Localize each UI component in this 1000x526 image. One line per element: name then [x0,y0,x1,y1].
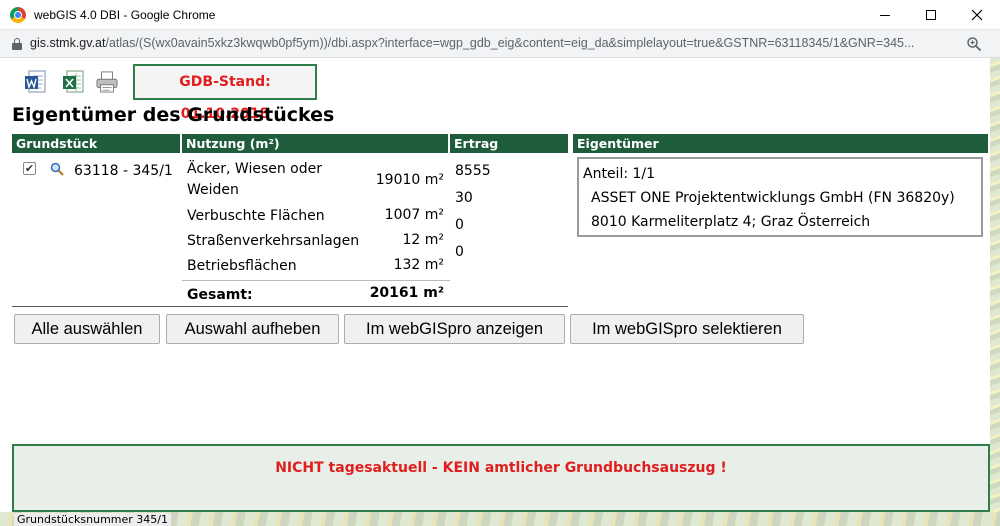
ertrag-value: 0 [455,217,464,233]
owner-share: Anteil: 1/1 [583,166,656,182]
nutzung-value: 12 m² [402,232,444,248]
disclaimer-banner: NICHT tagesaktuell - KEIN amtlicher Grun… [12,444,990,512]
nutzung-value: 1007 m² [384,207,444,223]
url-path: /atlas/(S(wx0avain5xkz3kwqwb0pf5ym))/dbi… [105,36,915,50]
lock-icon [12,38,22,50]
minimize-button[interactable] [862,0,908,30]
maximize-icon [926,10,936,20]
header-nutzung: Nutzung (m²) [182,134,448,153]
total-label: Gesamt: [187,287,253,303]
window-title: webGIS 4.0 DBI - Google Chrome [34,8,216,22]
word-export-icon[interactable] [24,70,46,94]
url-field[interactable]: gis.stmk.gv.at/atlas/(S(wx0avain5xkz3kwq… [30,36,960,50]
select-all-button[interactable]: Alle auswählen [14,314,160,344]
nutzung-value: 19010 m² [375,172,444,188]
zoom-icon[interactable] [966,36,982,52]
ertrag-value: 30 [455,190,473,206]
minimize-icon [880,14,890,16]
maximize-button[interactable] [908,0,954,30]
nutzung-label: Straßenverkehrsanlagen [187,233,360,249]
nutzung-label: Verbuschte Flächen [187,208,325,224]
nutzung-label: Weiden [187,182,239,198]
owner-box: Anteil: 1/1 ASSET ONE Projektentwicklung… [577,157,983,237]
window-titlebar: webGIS 4.0 DBI - Google Chrome [0,0,1000,30]
zoom-to-parcel-icon[interactable] [50,162,64,176]
owner-address: 8010 Karmeliterplatz 4; Graz Österreich [591,214,871,230]
parcel-number: 63118 - 345/1 [74,163,173,179]
ertrag-value: 8555 [455,163,491,179]
table-bottom-divider [12,306,568,307]
page-title: Eigentümer des Grundstückes [12,104,335,126]
show-in-webgispro-button[interactable]: Im webGISpro anzeigen [344,314,565,344]
parcel-checkbox[interactable]: ✔ [23,162,36,175]
header-eigentuemer: Eigentümer [573,134,988,153]
background-parcel-label: Grundstücksnummer 345/1 [14,513,171,526]
select-in-webgispro-button[interactable]: Im webGISpro selektieren [570,314,804,344]
background-map [990,58,1000,526]
nutzung-value: 132 m² [393,257,444,273]
header-ertrag: Ertrag [450,134,568,153]
clear-selection-button[interactable]: Auswahl aufheben [166,314,339,344]
nutzung-label: Äcker, Wiesen oder [187,161,322,177]
ertrag-value: 0 [455,244,464,260]
chrome-icon [10,7,26,23]
nutzung-label: Betriebsflächen [187,258,297,274]
owner-name: ASSET ONE Projektentwicklungs GmbH (FN 3… [591,190,955,206]
address-bar[interactable]: gis.stmk.gv.at/atlas/(S(wx0avain5xkz3kwq… [0,30,1000,58]
url-host: gis.stmk.gv.at [30,36,106,50]
close-button[interactable] [954,0,1000,30]
gdb-stand-badge: GDB-Stand: 01.10.2018 [133,64,317,122]
total-divider [182,280,450,281]
print-icon[interactable] [96,70,118,94]
excel-export-icon[interactable] [62,70,84,94]
total-value: 20161 m² [369,285,444,301]
close-icon [971,9,983,21]
header-grundstueck: Grundstück [12,134,180,153]
